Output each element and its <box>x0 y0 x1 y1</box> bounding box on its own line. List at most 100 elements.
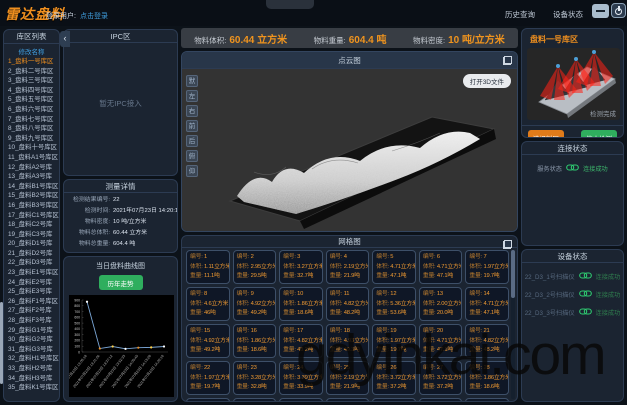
area-list-item[interactable]: 14_盘料B1号库区 <box>4 182 59 192</box>
area-list-item[interactable]: 12_盘料A2号库 <box>4 163 59 173</box>
area-list-item[interactable]: 6_盘料六号库区 <box>4 105 59 115</box>
view-button-右[interactable]: 右 <box>186 105 198 117</box>
area-list-item[interactable]: 33_盘料H2号库 <box>4 364 59 374</box>
area-list-item[interactable]: 20_盘料D1号库 <box>4 239 59 249</box>
select-area-button[interactable]: 选择料区 <box>528 130 564 138</box>
area-list-item[interactable]: 30_盘料G2号库 <box>4 335 59 345</box>
open-3d-file-button[interactable]: 打开3D文件 <box>463 74 511 88</box>
grid-cell-value: 18.6吨 <box>251 347 267 353</box>
area-list-item[interactable]: 10_盘料十号库区 <box>4 143 59 153</box>
grid-cell[interactable]: 编号: 6体积: 4.71立方米重量: 47.1吨 <box>419 250 463 284</box>
area-list-item[interactable]: 26_盘料F1号库区 <box>4 297 59 307</box>
grid-cell[interactable]: 编号: 3体积: 3.27立方米重量: 32.7吨 <box>279 250 323 284</box>
grid-cell[interactable]: 编号: 13体积: 2.00立方米重量: 20.0吨 <box>419 287 463 321</box>
grid-cell[interactable]: 编号: 14体积: 4.71立方米重量: 47.1吨 <box>465 287 509 321</box>
grid-cell[interactable]: 编号: 27体积: 3.72立方米重量: 37.2吨 <box>419 361 463 395</box>
view-button-后[interactable]: 后 <box>186 135 198 147</box>
grid-cell-label: 重量: <box>469 273 483 279</box>
grid-cell-label: 体积: <box>469 375 483 381</box>
view-button-仰[interactable]: 仰 <box>186 165 198 177</box>
area-list-item[interactable]: 23_盘料E1号库区 <box>4 268 59 278</box>
view-button-默[interactable]: 默 <box>186 75 198 87</box>
grid-cell-line: 重量: 32.7吨 <box>283 272 322 282</box>
grid-cell[interactable]: 编号: 15体积: 4.92立方米重量: 49.2吨 <box>186 324 230 358</box>
area-list-item[interactable]: 8_盘料八号库区 <box>4 124 59 134</box>
device-status-button[interactable]: 设备状态 <box>553 9 583 20</box>
grid-cell[interactable]: 编号: 24体积: 3.39立方米重量: 33.9吨 <box>279 361 323 395</box>
minimize-button[interactable] <box>592 4 609 18</box>
area-list-item[interactable]: 19_盘料C3号库 <box>4 230 59 240</box>
area-list-item[interactable]: 7_盘料七号库区 <box>4 115 59 125</box>
area-list-item[interactable]: 29_盘料G1号库 <box>4 326 59 336</box>
area-list-item[interactable]: 27_盘料F2号库 <box>4 306 59 316</box>
grid-cell[interactable]: 编号: 21体积: 4.82立方米重量: 48.2吨 <box>465 324 509 358</box>
grid-cell-line: 重量: 21.9吨 <box>330 383 369 393</box>
area-list-item[interactable]: 24_盘料E2号库 <box>4 278 59 288</box>
app-window: 雷达盘料 登录用户: 点击登录 历史查询 设备状态 库区列表 修改名称 1_盘料… <box>0 0 627 405</box>
area-list-item[interactable]: 18_盘料C2号库 <box>4 220 59 230</box>
grid-cell[interactable]: 编号: 22体积: 1.97立方米重量: 19.7吨 <box>186 361 230 395</box>
area-list-item[interactable]: 34_盘料H3号库 <box>4 374 59 384</box>
grid-cell[interactable]: 编号: 25体积: 2.19立方米重量: 21.9吨 <box>326 361 370 395</box>
area-list-item[interactable]: 9_盘料九号库区 <box>4 134 59 144</box>
sidebar-scrollbar[interactable] <box>0 302 3 384</box>
area-list-item[interactable]: 17_盘料C1号库区 <box>4 211 59 221</box>
grid-scrollbar[interactable] <box>511 250 515 298</box>
history-query-button[interactable]: 历史查询 <box>505 9 535 20</box>
link-icon <box>566 164 579 171</box>
grid-cell[interactable]: 编号: 17体积: 4.82立方米重量: 48.2吨 <box>279 324 323 358</box>
area-list-item[interactable]: 16_盘料B3号库区 <box>4 201 59 211</box>
area-list-item[interactable]: 31_盘料G3号库 <box>4 345 59 355</box>
area-list-item[interactable]: 1_盘料一号库区 <box>4 57 59 67</box>
grid-cell[interactable]: 编号: 11体积: 4.82立方米重量: 48.2吨 <box>326 287 370 321</box>
grid-cell[interactable]: 编号: 20体积: 4.71立方米重量: 47.1吨 <box>419 324 463 358</box>
grid-cell[interactable]: 编号: 2体积: 2.95立方米重量: 29.5吨 <box>233 250 277 284</box>
grid-cell[interactable]: 编号: 18体积: 4.93立方米重量: 49.3吨 <box>326 324 370 358</box>
area-list-item[interactable]: 15_盘料B2号库区 <box>4 191 59 201</box>
grid-cell[interactable]: 编号: 16体积: 1.86立方米重量: 18.6吨 <box>233 324 277 358</box>
area-list-item[interactable]: 35_盘料K1号库区 <box>4 383 59 393</box>
grid-cell[interactable]: 编号: 8体积: 4.6立方米重量: 46吨 <box>186 287 230 321</box>
grid-cell[interactable]: 编号: 5体积: 4.71立方米重量: 47.1吨 <box>372 250 416 284</box>
view-button-俯[interactable]: 俯 <box>186 150 198 162</box>
area-list-item[interactable]: 25_盘料E3号库 <box>4 287 59 297</box>
area-list-item[interactable]: 21_盘料D2号库 <box>4 249 59 259</box>
status-value: 连接成功 <box>596 290 621 299</box>
view-button-前[interactable]: 前 <box>186 120 198 132</box>
stop-detection-button[interactable]: 停止检测 <box>581 130 617 138</box>
pointcloud-viewport[interactable]: 默左右前后俯仰 打开3D文件 <box>182 69 517 231</box>
yearly-trend-button[interactable]: 历年走势 <box>99 275 143 290</box>
area-list-item[interactable]: 4_盘料四号库区 <box>4 86 59 96</box>
grid-cell-line: 重量: 53.6吨 <box>376 309 415 319</box>
area-list-title: 库区列表 <box>4 30 59 44</box>
area-list-item[interactable]: 32_盘料H1号库区 <box>4 354 59 364</box>
power-button[interactable] <box>611 3 626 18</box>
login-link[interactable]: 点击登录 <box>80 11 108 21</box>
area-list-item[interactable]: 11_盘料A1号库区 <box>4 153 59 163</box>
grid-cell-line: 体积: 4.82立方米 <box>330 300 369 310</box>
area-list-item[interactable]: 28_盘料F3号库 <box>4 316 59 326</box>
grid-cell[interactable]: 编号: 28体积: 1.86立方米重量: 18.6吨 <box>465 361 509 395</box>
rename-link[interactable]: 修改名称 <box>4 44 59 57</box>
grid-panel: 网格图 编号: 1体积: 1.11立方米重量: 11.1吨编号: 2体积: 2.… <box>181 235 518 402</box>
expand-window-icon[interactable] <box>503 56 512 65</box>
area-list-item[interactable]: 13_盘料A3号库 <box>4 172 59 182</box>
area-list-item[interactable]: 5_盘料五号库区 <box>4 95 59 105</box>
area-list-item[interactable]: 2_盘料二号库区 <box>4 67 59 77</box>
collapse-sidebar-icon[interactable]: ‹ <box>60 31 70 47</box>
grid-cell-line: 编号: 10 <box>283 290 322 300</box>
area-list-item[interactable]: 3_盘料三号库区 <box>4 76 59 86</box>
grid-cell[interactable]: 编号: 23体积: 3.28立方米重量: 32.8吨 <box>233 361 277 395</box>
grid-cell[interactable]: 编号: 19体积: 1.97立方米重量: 19.7吨 <box>372 324 416 358</box>
grid-cell[interactable]: 编号: 7体积: 1.97立方米重量: 19.7吨 <box>465 250 509 284</box>
grid-cell-line: 重量: 19.7吨 <box>190 383 229 393</box>
grid-cell[interactable]: 编号: 10体积: 1.86立方米重量: 18.6吨 <box>279 287 323 321</box>
grid-cell[interactable]: 编号: 12体积: 5.36立方米重量: 53.6吨 <box>372 287 416 321</box>
grid-cell[interactable]: 编号: 1体积: 1.11立方米重量: 11.1吨 <box>186 250 230 284</box>
grid-cell-value: 22 <box>204 365 210 371</box>
grid-cell[interactable]: 编号: 4体积: 2.19立方米重量: 21.9吨 <box>326 250 370 284</box>
grid-cell[interactable]: 编号: 9体积: 4.92立方米重量: 49.2吨 <box>233 287 277 321</box>
area-list-item[interactable]: 22_盘料D3号库 <box>4 258 59 268</box>
grid-cell[interactable]: 编号: 26体积: 3.72立方米重量: 37.2吨 <box>372 361 416 395</box>
view-button-左[interactable]: 左 <box>186 90 198 102</box>
